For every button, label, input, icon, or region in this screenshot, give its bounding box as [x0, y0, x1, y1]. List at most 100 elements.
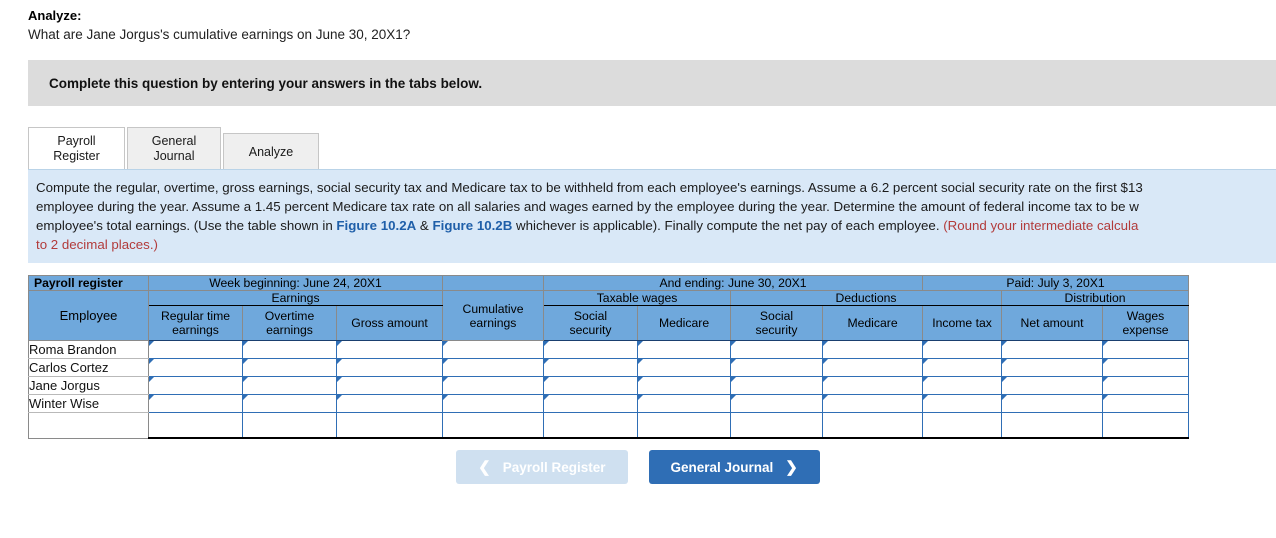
figure-10-2b-link[interactable]: Figure 10.2B — [433, 218, 513, 233]
total-cell-deduction-medicare — [822, 412, 924, 439]
input-cell-taxable-social-security[interactable] — [543, 340, 639, 359]
input-cell-deduction-social-security[interactable] — [730, 394, 824, 413]
input-cell-taxable-social-security[interactable] — [543, 376, 639, 395]
input-cell-cumulative-earnings[interactable] — [442, 376, 545, 395]
cell-marker-icon — [823, 341, 829, 346]
input-cell-deduction-medicare[interactable] — [822, 358, 924, 377]
input-cell-taxable-social-security[interactable] — [543, 394, 639, 413]
tab-payroll-register[interactable]: Payroll Register — [28, 127, 125, 169]
tab-general-journal[interactable]: General Journal — [127, 127, 221, 169]
tab-analyze[interactable]: Analyze — [223, 133, 319, 169]
input-cell-deduction-social-security[interactable] — [730, 358, 824, 377]
table-row: Roma Brandon — [28, 340, 1190, 359]
prev-button-label: Payroll Register — [502, 459, 606, 475]
input-cell-deduction-social-security[interactable] — [730, 340, 824, 359]
table-corner-title: Payroll register — [28, 275, 149, 291]
input-cell-wages-expense[interactable] — [1102, 340, 1190, 359]
input-cell-gross-amount[interactable] — [335, 340, 444, 359]
input-cell-wages-expense[interactable] — [1102, 394, 1190, 413]
input-cell-taxable-medicare[interactable] — [637, 394, 732, 413]
input-cell-taxable-medicare[interactable] — [637, 340, 732, 359]
input-cell-gross-amount[interactable] — [335, 394, 444, 413]
cell-marker-icon — [443, 341, 449, 346]
input-cell-net-amount[interactable] — [1001, 376, 1104, 395]
input-cell-regular-time-earnings[interactable] — [148, 376, 243, 395]
input-cell-deduction-medicare[interactable] — [822, 340, 924, 359]
input-cell-taxable-medicare[interactable] — [637, 358, 732, 377]
input-cell-net-amount[interactable] — [1001, 358, 1104, 377]
cell-marker-icon — [731, 377, 737, 382]
cell-marker-icon — [823, 395, 829, 400]
figure-10-2a-link[interactable]: Figure 10.2A — [336, 218, 416, 233]
cell-marker-icon — [923, 359, 929, 364]
input-cell-regular-time-earnings[interactable] — [148, 340, 243, 359]
question-label: Analyze: — [28, 8, 82, 23]
next-general-journal-button[interactable]: General Journal ❯ — [648, 450, 820, 484]
cell-marker-icon — [337, 359, 342, 364]
input-cell-wages-expense[interactable] — [1102, 358, 1190, 377]
input-cell-net-amount[interactable] — [1001, 340, 1104, 359]
input-cell-income-tax[interactable] — [922, 340, 1003, 359]
cell-marker-icon — [923, 341, 929, 346]
input-cell-overtime-earnings[interactable] — [242, 340, 337, 359]
input-cell-overtime-earnings[interactable] — [242, 394, 337, 413]
input-cell-income-tax[interactable] — [922, 358, 1003, 377]
column-header-net-amount: Net amount — [1001, 305, 1104, 341]
input-cell-income-tax[interactable] — [922, 394, 1003, 413]
group-header-earnings: Earnings — [147, 290, 444, 306]
input-cell-deduction-medicare[interactable] — [822, 394, 924, 413]
rounding-note-part-2: to 2 decimal places.) — [36, 237, 158, 252]
cell-marker-icon — [731, 341, 737, 346]
cell-marker-icon — [337, 395, 342, 400]
instruction-banner-text: Complete this question by entering your … — [49, 75, 483, 91]
column-header-gross-amount: Gross amount — [335, 305, 444, 341]
cell-marker-icon — [443, 377, 449, 382]
input-cell-taxable-social-security[interactable] — [543, 358, 639, 377]
cell-marker-icon — [923, 395, 929, 400]
input-cell-deduction-medicare[interactable] — [822, 376, 924, 395]
cell-marker-icon — [731, 395, 737, 400]
employee-name-cell: Winter Wise — [28, 394, 149, 413]
cell-marker-icon — [337, 341, 342, 346]
table-row: Carlos Cortez — [28, 358, 1190, 377]
input-cell-deduction-social-security[interactable] — [730, 376, 824, 395]
input-cell-cumulative-earnings[interactable] — [442, 340, 545, 359]
column-header-deduction-social-security: Social security — [730, 305, 824, 341]
total-cell-net-amount — [1001, 412, 1104, 439]
column-header-income-tax: Income tax — [922, 305, 1003, 341]
instructions-line-2: employee during the year. Assume a 1.45 … — [36, 199, 1139, 214]
cell-marker-icon — [1103, 377, 1109, 382]
input-cell-overtime-earnings[interactable] — [242, 376, 337, 395]
cell-marker-icon — [1002, 377, 1008, 382]
column-header-cumulative-earnings: Cumulative earnings — [442, 290, 545, 341]
total-cell-wages-expense — [1102, 412, 1190, 439]
week-beginning-header: Week beginning: June 24, 20X1 — [147, 275, 444, 291]
navigation-bar: ❮ Payroll Register General Journal ❯ — [0, 450, 1276, 484]
cell-marker-icon — [638, 359, 644, 364]
table-row: Jane Jorgus — [28, 376, 1190, 395]
cell-marker-icon — [149, 359, 154, 364]
total-cell-taxable-medicare — [637, 412, 732, 439]
column-header-regular-time-earnings: Regular time earnings — [148, 305, 243, 341]
input-cell-wages-expense[interactable] — [1102, 376, 1190, 395]
prev-payroll-register-button[interactable]: ❮ Payroll Register — [456, 450, 628, 484]
instruction-banner: Complete this question by entering your … — [28, 60, 1276, 106]
chevron-right-icon: ❯ — [785, 458, 798, 476]
table-total-row — [28, 412, 1190, 439]
input-cell-gross-amount[interactable] — [335, 358, 444, 377]
input-cell-overtime-earnings[interactable] — [242, 358, 337, 377]
input-cell-taxable-medicare[interactable] — [637, 376, 732, 395]
input-cell-regular-time-earnings[interactable] — [148, 394, 243, 413]
input-cell-net-amount[interactable] — [1001, 394, 1104, 413]
input-cell-regular-time-earnings[interactable] — [148, 358, 243, 377]
cell-marker-icon — [1103, 359, 1109, 364]
total-cell-taxable-social-security — [543, 412, 639, 439]
instructions-line-3: employee's total earnings. (Use the tabl… — [36, 216, 1266, 235]
input-cell-gross-amount[interactable] — [335, 376, 444, 395]
group-header-distribution: Distribution — [1001, 290, 1190, 306]
input-cell-cumulative-earnings[interactable] — [442, 358, 545, 377]
input-cell-cumulative-earnings[interactable] — [442, 394, 545, 413]
input-cell-income-tax[interactable] — [922, 376, 1003, 395]
column-header-taxable-social-security: Social security — [543, 305, 639, 341]
table-row: Winter Wise — [28, 394, 1190, 413]
